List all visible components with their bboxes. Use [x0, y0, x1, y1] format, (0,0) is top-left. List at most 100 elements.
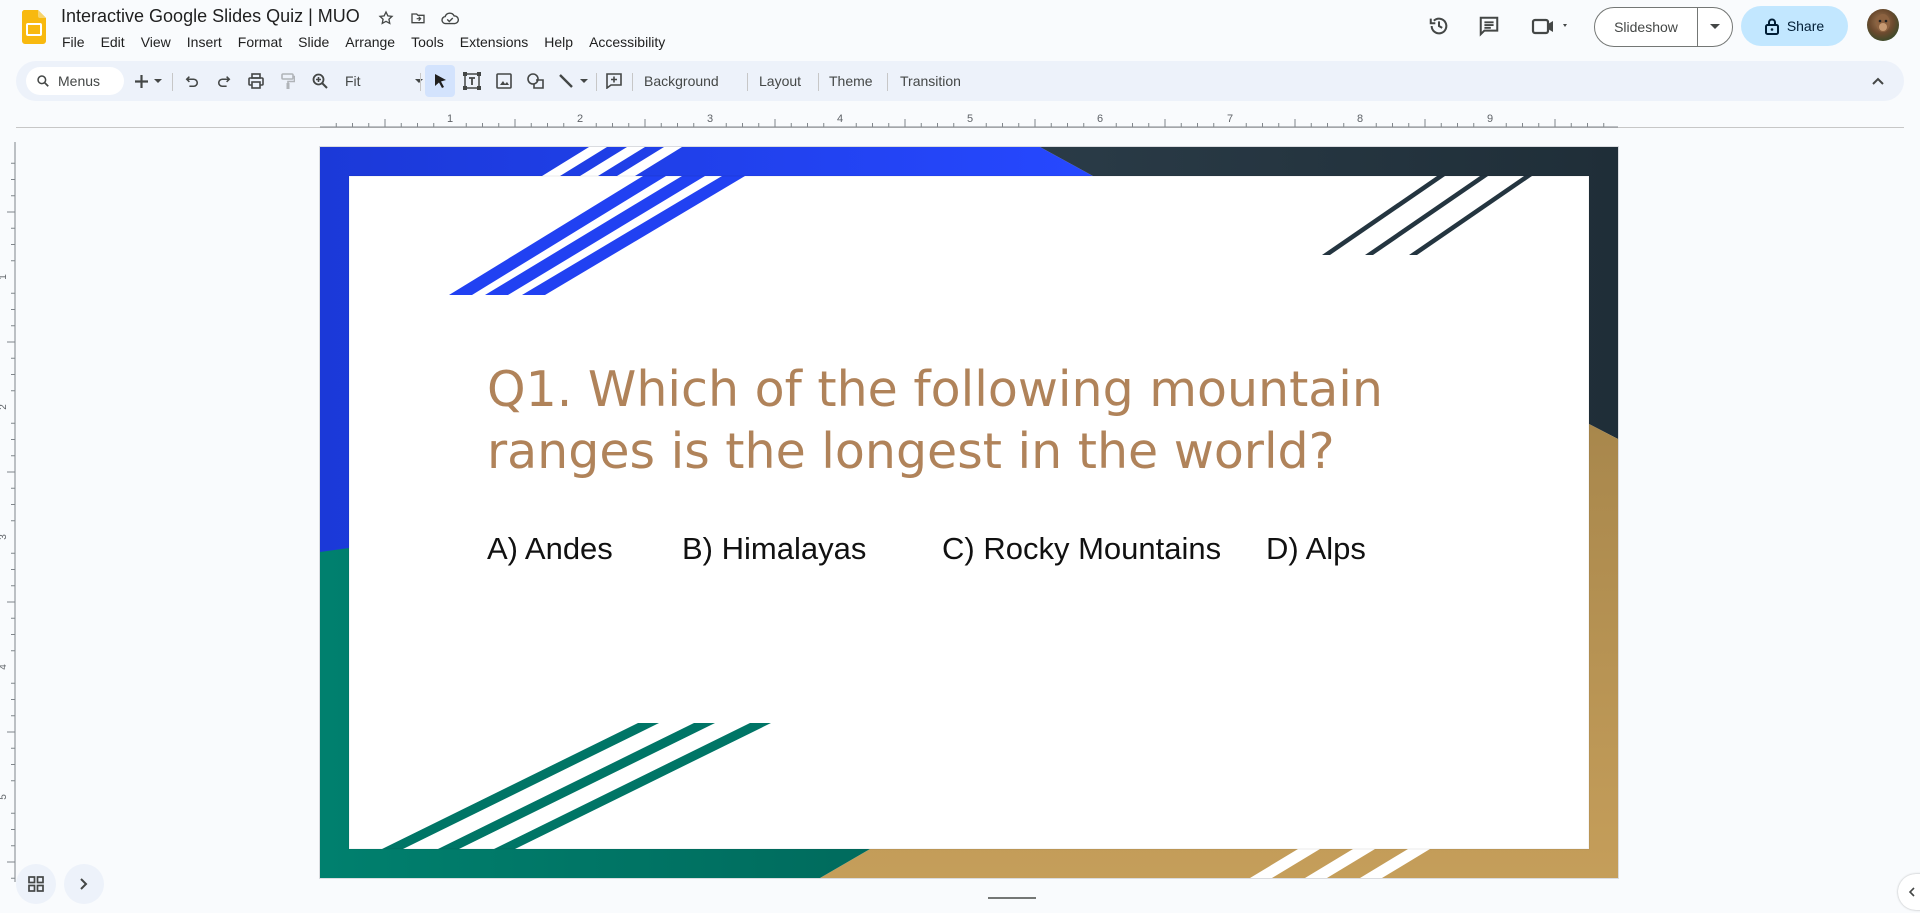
ruler-label: 5: [967, 113, 973, 125]
slide-canvas[interactable]: Q1. Which of the following mountain rang…: [320, 147, 1618, 878]
text-box-button[interactable]: [460, 69, 484, 93]
shape-button[interactable]: [524, 69, 548, 93]
cloud-saved-icon[interactable]: [440, 8, 460, 28]
redo-button[interactable]: [212, 69, 236, 93]
meet-camera-icon[interactable]: [1529, 14, 1573, 38]
chevron-left-icon: [1908, 887, 1915, 897]
chevron-right-icon: [80, 878, 88, 890]
slideshow-button-group: Slideshow: [1594, 7, 1733, 47]
line-icon: [559, 74, 573, 88]
menu-insert[interactable]: Insert: [179, 32, 230, 52]
print-button[interactable]: [244, 69, 268, 93]
answer-option-a[interactable]: A) Andes: [487, 531, 613, 567]
layout-button[interactable]: Layout: [755, 69, 805, 93]
ruler-label: 8: [1357, 113, 1363, 125]
toolbar-divider: [818, 73, 819, 91]
search-menus-input[interactable]: Menus: [26, 67, 124, 95]
search-icon: [37, 75, 49, 87]
question-title[interactable]: Q1. Which of the following mountain rang…: [487, 359, 1387, 483]
search-placeholder: Menus: [58, 73, 101, 89]
toolbar-divider: [420, 73, 421, 91]
menu-format[interactable]: Format: [230, 32, 290, 52]
ruler-label: 5: [0, 794, 9, 800]
version-history-icon[interactable]: [1427, 14, 1451, 38]
account-avatar[interactable]: [1867, 9, 1899, 41]
frame-gold: [820, 424, 1618, 878]
toolbar-divider: [596, 73, 597, 91]
ruler-label: 9: [1487, 113, 1493, 125]
background-button[interactable]: Background: [640, 69, 723, 93]
main-toolbar: Menus Fit Background Layout Theme Transi…: [16, 61, 1904, 101]
ruler-label: 2: [577, 113, 583, 125]
zoom-button[interactable]: [308, 69, 332, 93]
grid-view-button[interactable]: [16, 864, 56, 904]
ruler-label: 4: [837, 113, 843, 125]
share-button[interactable]: Share: [1741, 6, 1848, 46]
menu-view[interactable]: View: [133, 32, 179, 52]
speaker-notes-drag-handle[interactable]: [988, 897, 1036, 899]
menu-bar: File Edit View Insert Format Slide Arran…: [54, 32, 673, 52]
document-title[interactable]: Interactive Google Slides Quiz | MUO: [61, 6, 360, 27]
insert-comment-button[interactable]: [602, 69, 626, 93]
image-icon: [496, 73, 512, 89]
frame-blue: [320, 147, 1093, 552]
ruler-label: 1: [0, 274, 9, 280]
menu-help[interactable]: Help: [536, 32, 581, 52]
caret-down-icon: [580, 78, 588, 83]
vertical-ruler[interactable]: 1 2 3 4 5: [0, 142, 18, 882]
menu-edit[interactable]: Edit: [93, 32, 133, 52]
ruler-label: 6: [1097, 113, 1103, 125]
menu-slide[interactable]: Slide: [290, 32, 337, 52]
slideshow-options-dropdown[interactable]: [1698, 8, 1732, 46]
transition-button[interactable]: Transition: [896, 69, 965, 93]
slide-background-art: [320, 147, 1618, 878]
collapse-toolbar-button[interactable]: [1866, 69, 1890, 93]
dark-stripes: [1322, 176, 1532, 255]
menu-extensions[interactable]: Extensions: [452, 32, 536, 52]
toolbar-divider: [887, 73, 888, 91]
paint-format-button[interactable]: [276, 69, 300, 93]
star-icon[interactable]: [376, 8, 396, 28]
cursor-arrow-icon: [434, 74, 446, 88]
toolbar-divider: [747, 73, 748, 91]
redo-icon: [217, 76, 231, 88]
slides-logo-icon[interactable]: [22, 10, 46, 44]
ruler-label: 3: [707, 113, 713, 125]
select-tool-button[interactable]: [425, 65, 455, 97]
toolbar-divider: [172, 73, 173, 91]
menu-accessibility[interactable]: Accessibility: [581, 32, 673, 52]
menu-arrange[interactable]: Arrange: [337, 32, 403, 52]
slideshow-button[interactable]: Slideshow: [1595, 8, 1698, 46]
green-stripes: [382, 723, 771, 849]
text-box-icon: [463, 72, 481, 90]
new-slide-layout-dropdown[interactable]: [152, 69, 164, 93]
horizontal-ruler[interactable]: 1 2 3 4 5 6 7 8 9: [320, 108, 1620, 128]
caret-down-icon: [154, 78, 162, 83]
menu-file[interactable]: File: [54, 32, 93, 52]
grid-view-icon: [28, 876, 44, 892]
ruler-label: 3: [0, 534, 9, 540]
plus-icon: [134, 74, 148, 88]
answer-option-d[interactable]: D) Alps: [1266, 531, 1366, 567]
expand-filmstrip-button[interactable]: [64, 864, 104, 904]
menu-tools[interactable]: Tools: [403, 32, 452, 52]
lock-icon: [1764, 18, 1779, 35]
theme-button[interactable]: Theme: [825, 69, 877, 93]
new-slide-button[interactable]: [132, 69, 150, 93]
side-panel-toggle[interactable]: [1898, 874, 1920, 910]
zoom-value: Fit: [345, 73, 361, 89]
add-comment-icon: [606, 73, 622, 89]
insert-image-button[interactable]: [492, 69, 516, 93]
answer-option-b[interactable]: B) Himalayas: [682, 531, 866, 567]
line-type-dropdown[interactable]: [578, 69, 590, 93]
move-to-folder-icon[interactable]: [408, 8, 428, 28]
answer-option-c[interactable]: C) Rocky Mountains: [942, 531, 1221, 567]
ruler-label: 2: [0, 404, 9, 410]
undo-button[interactable]: [180, 69, 204, 93]
zoom-select[interactable]: Fit: [339, 69, 429, 93]
line-button[interactable]: [556, 69, 576, 93]
zoom-icon: [312, 73, 328, 89]
ruler-label: 4: [0, 664, 9, 670]
paint-format-icon: [281, 72, 295, 89]
comments-icon[interactable]: [1477, 14, 1501, 38]
